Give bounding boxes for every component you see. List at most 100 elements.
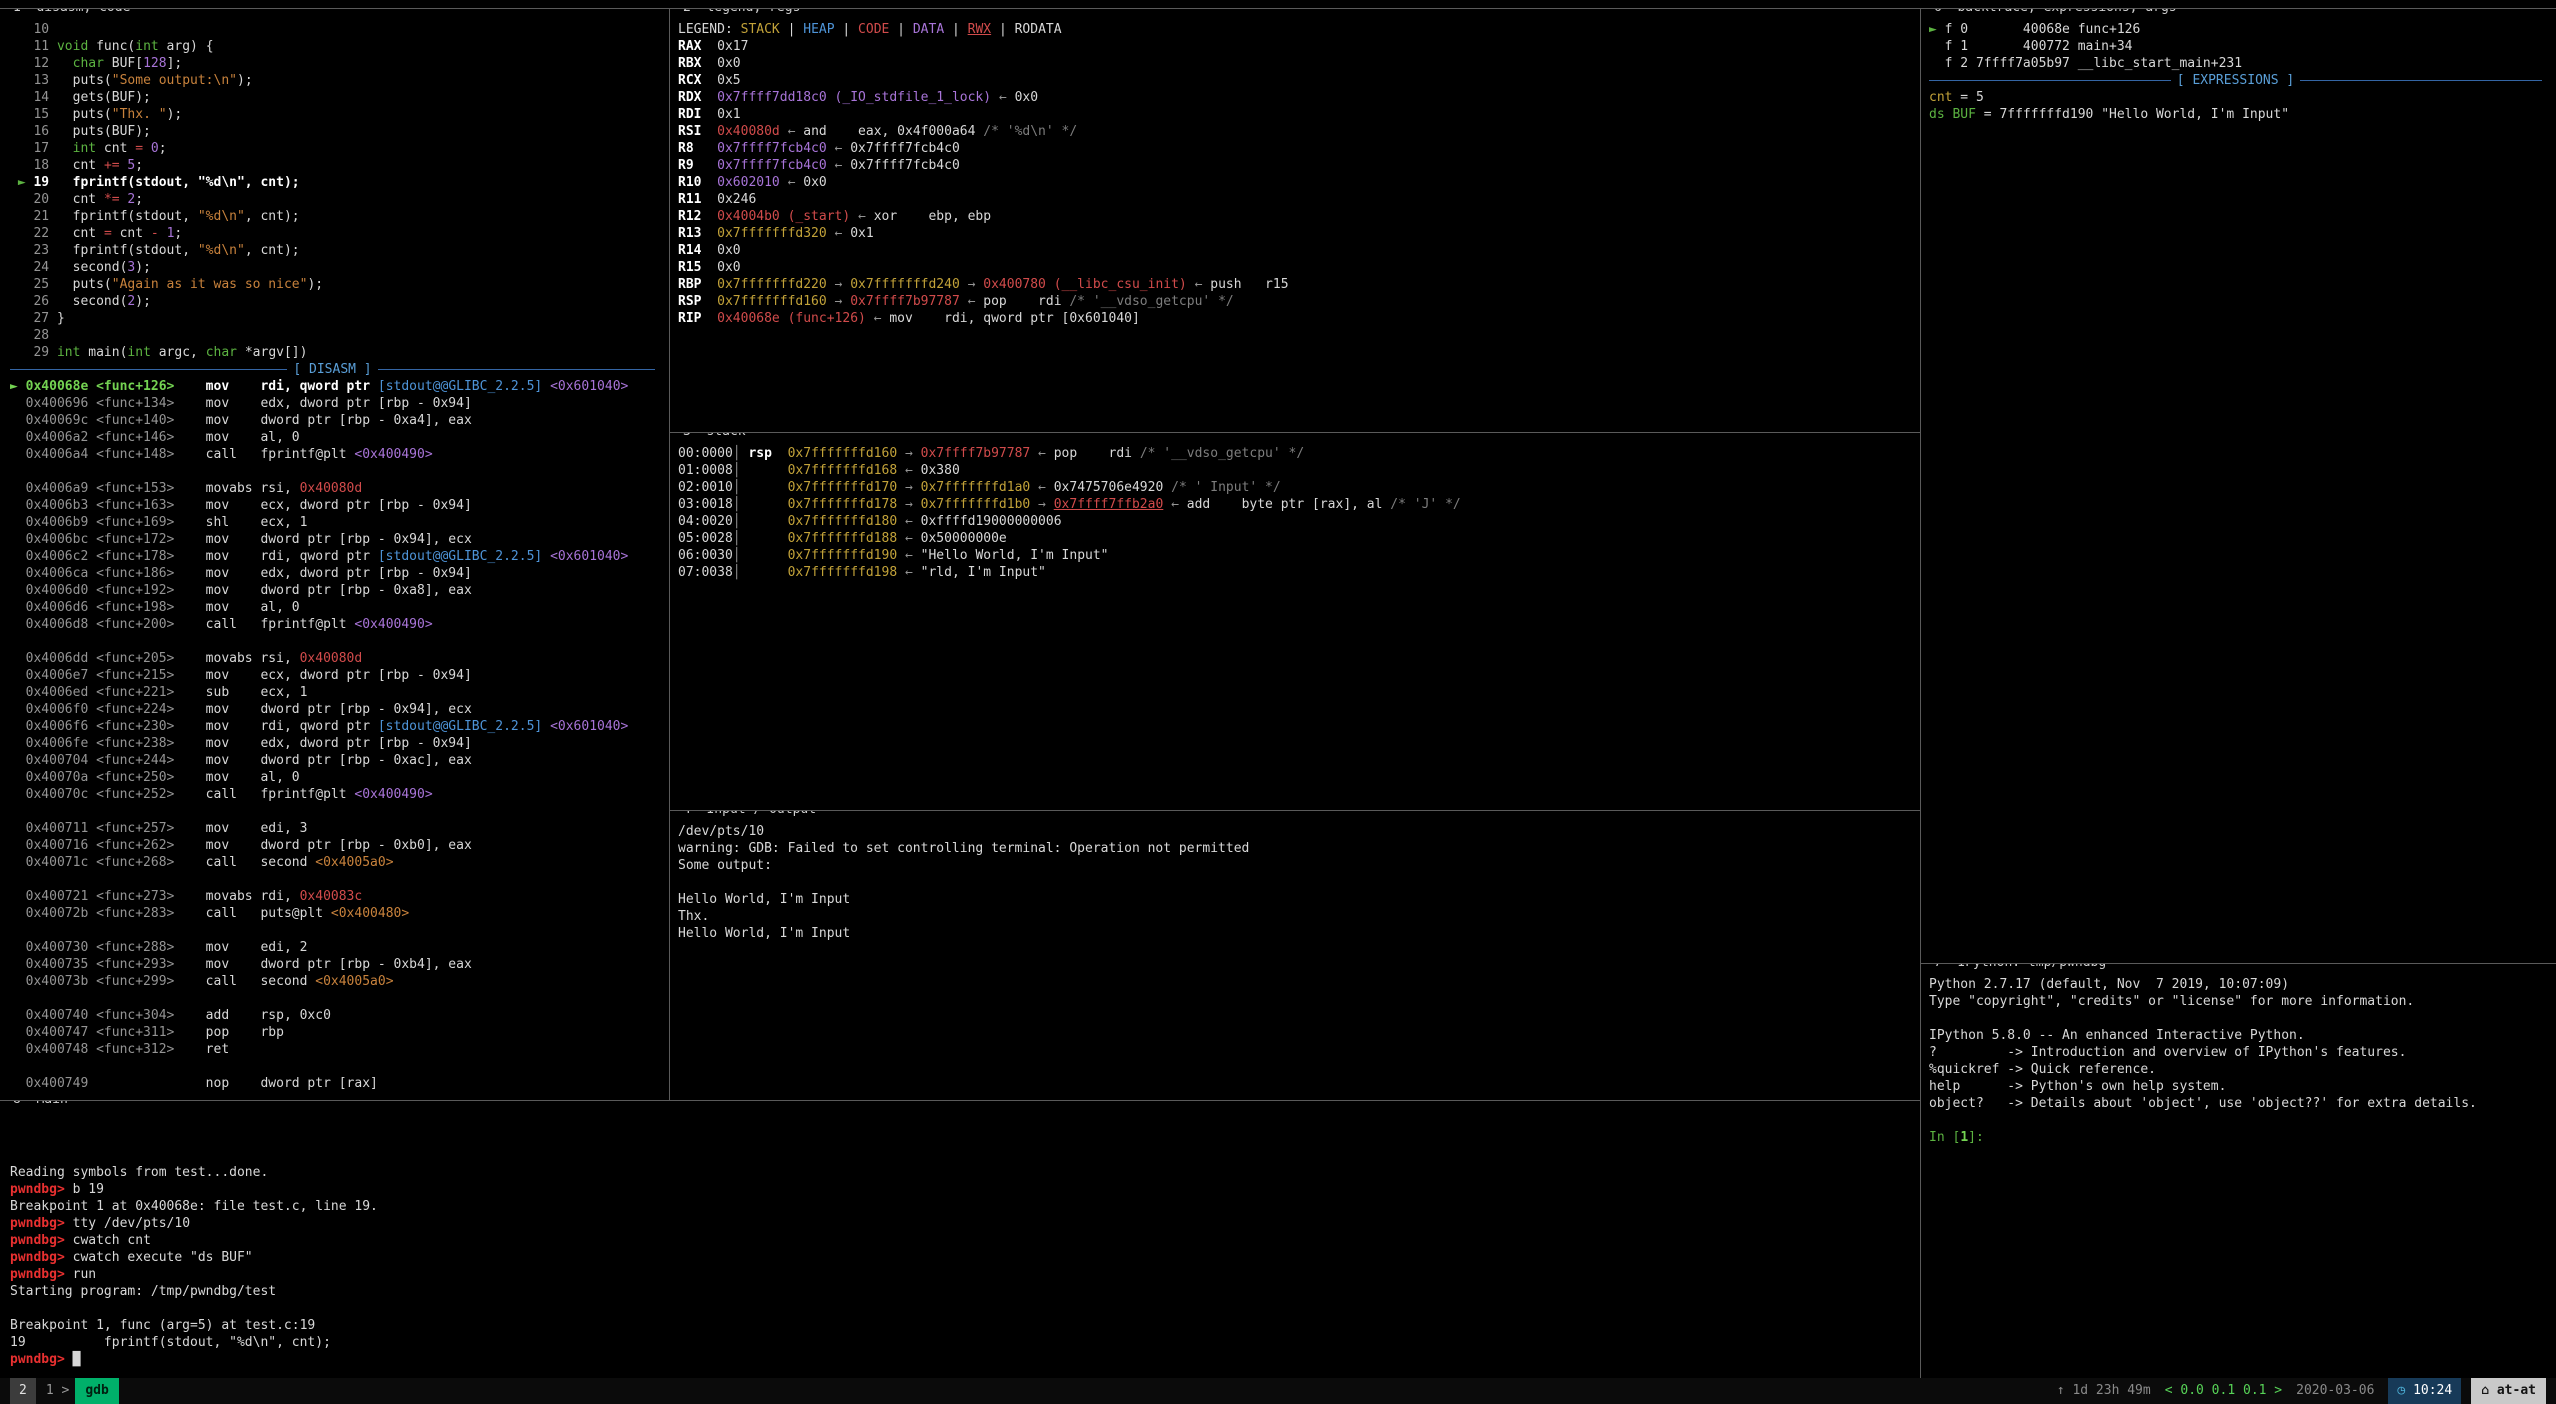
text-line: Python 2.7.17 (default, Nov 7 2019, 10:0…	[1929, 976, 2556, 993]
token: 0x400696 <func+134>	[10, 396, 206, 411]
token: );	[307, 277, 323, 292]
text-line: pwndbg> run	[10, 1266, 1920, 1283]
token: warning: GDB: Failed to set controlling …	[678, 841, 1249, 856]
pane-title-input-output: 4 "Input / Output"	[678, 810, 829, 819]
text-line: 19 fprintf(stdout, "%d\n", cnt);	[10, 1334, 1920, 1351]
text-line: 0x40072b <func+283> call puts@plt <0x400…	[10, 905, 669, 922]
pane-border-vertical-right[interactable]	[1920, 8, 1921, 1378]
token: 0x0	[717, 243, 740, 258]
token: rsp	[748, 446, 771, 461]
token: 0x380	[921, 463, 960, 478]
gdb-console-listing: Reading symbols from test...done.pwndbg>…	[10, 1113, 1920, 1368]
token: [stdout@@GLIBC_2.2.5]	[378, 379, 542, 394]
text-line: pwndbg> cwatch execute "ds BUF"	[10, 1249, 1920, 1266]
token: 0x7fffffffd1b0	[921, 497, 1031, 512]
token: fprintf(stdout,	[57, 209, 198, 224]
token: help -> Python's own help system.	[1929, 1079, 2226, 1094]
token: Hello World, I'm Input	[678, 892, 850, 907]
token: 0x7ffff7dd18c0 (_IO_stdfile_1_lock)	[717, 90, 991, 105]
token: ←	[991, 90, 1014, 105]
text-line: 04:0020│ 0x7fffffffd180 ← 0xffffd1900000…	[678, 513, 1920, 530]
token: 14	[10, 90, 57, 105]
backtrace-body[interactable]: ► f 0 40068e func+126 f 1 400772 main+34…	[1921, 9, 2556, 963]
token: );	[167, 107, 183, 122]
pane-main-gdb: 8 "Main" Reading symbols from test...don…	[0, 1100, 1920, 1378]
pane-border-vertical-left[interactable]	[669, 8, 670, 1100]
text-line: ► 19 fprintf(stdout, "%d\n", cnt);	[10, 174, 669, 191]
tmux-pwndbg-screen: { "panes": { "disasm": { "title": "1 \"d…	[0, 0, 2556, 1404]
text-line: 0x40073b <func+299> call second <0x4005a…	[10, 973, 669, 990]
pane-title-ipython: 7 "IPython: tmp/pwndbg"	[1929, 963, 2119, 972]
tmux-session-badge[interactable]: 2	[10, 1378, 36, 1404]
token: -	[151, 226, 159, 241]
text-line: RIP 0x40068e (func+126) ← mov rdi, qword…	[678, 310, 1920, 327]
token: ►	[1929, 22, 1945, 37]
token: second(	[57, 260, 127, 275]
text-line: pwndbg> █	[10, 1351, 1920, 1368]
text-line: 18 cnt += 5;	[10, 157, 669, 174]
token: <0x4005a0>	[315, 855, 393, 870]
expressions-separator: [ EXPRESSIONS ]	[1929, 72, 2542, 89]
tmux-window-index: 1 >	[46, 1378, 69, 1404]
token: %quickref -> Quick reference.	[1929, 1062, 2156, 1077]
text-line: 20 cnt *= 2;	[10, 191, 669, 208]
gdb-console-body[interactable]: Reading symbols from test...done.pwndbg>…	[0, 1101, 1920, 1378]
token: │	[733, 480, 788, 495]
text-line: RSP 0x7fffffffd160 → 0x7ffff7b97787 ← po…	[678, 293, 1920, 310]
token: puts(BUF);	[57, 124, 151, 139]
text-line: 0x400716 <func+262> mov dword ptr [rbp -…	[10, 837, 669, 854]
token: char	[206, 345, 237, 360]
text-line: In [1]:	[1929, 1129, 2556, 1146]
disasm-separator-label: [ DISASM ]	[287, 362, 377, 377]
registers-body[interactable]: LEGEND: STACK | HEAP | CODE | DATA | RWX…	[670, 9, 1920, 432]
program-io-listing: /dev/pts/10warning: GDB: Failed to set c…	[678, 823, 1920, 942]
token: 0x40083c	[300, 889, 363, 904]
token: 0x400749	[10, 1076, 206, 1091]
text-line: ? -> Introduction and overview of IPytho…	[1929, 1044, 2556, 1061]
token: object? -> Details about 'object', use '…	[1929, 1096, 2477, 1111]
text-line: 27 }	[10, 310, 669, 327]
program-io-body[interactable]: /dev/pts/10warning: GDB: Failed to set c…	[670, 811, 1920, 1100]
token: mov rdi, qword ptr [0x601040]	[889, 311, 1139, 326]
token: 0x4006b9 <func+169>	[10, 515, 206, 530]
ipython-body[interactable]: Python 2.7.17 (default, Nov 7 2019, 10:0…	[1921, 964, 2556, 1378]
separator-line	[378, 369, 655, 370]
time-value: 10:24	[2413, 1383, 2452, 1398]
token: ←	[897, 531, 920, 546]
text-line: RAX 0x17	[678, 38, 1920, 55]
token: R11	[678, 192, 717, 207]
token: →	[827, 294, 850, 309]
token	[542, 549, 550, 564]
text-line: R10 0x602010 ← 0x0	[678, 174, 1920, 191]
status-right: ↑ 1d 23h 49m < 0.0 0.1 0.1 > 2020-03-06 …	[2043, 1378, 2546, 1404]
text-line: Hello World, I'm Input	[678, 925, 1920, 942]
token: <0x601040>	[550, 549, 628, 564]
text-line: 0x400749 nop dword ptr [rax]	[10, 1075, 669, 1092]
tmux-window-tab-gdb[interactable]: gdb	[75, 1378, 118, 1404]
token: R8	[678, 141, 717, 156]
token: *=	[104, 192, 120, 207]
text-line: IPython 5.8.0 -- An enhanced Interactive…	[1929, 1027, 2556, 1044]
token: 04:0020	[678, 514, 733, 529]
text-line	[10, 1113, 1920, 1130]
disasm-code-body[interactable]: 10 11 void func(int arg) { 12 char BUF[1…	[0, 9, 669, 1100]
text-line: f 1 400772 main+34	[1929, 38, 2556, 55]
text-line: 0x4006fe <func+238> mov edx, dword ptr […	[10, 735, 669, 752]
separator-line	[10, 369, 287, 370]
token: ]:	[1968, 1130, 1991, 1145]
stack-body[interactable]: 00:0000│ rsp 0x7fffffffd160 → 0x7ffff7b9…	[670, 433, 1920, 810]
text-line: 03:0018│ 0x7fffffffd178 → 0x7fffffffd1b0…	[678, 496, 1920, 513]
token: 01:0008	[678, 463, 733, 478]
token: xor ebp, ebp	[874, 209, 991, 224]
token: 07:0038	[678, 565, 733, 580]
token: |	[991, 22, 1014, 37]
text-line: ds BUF = 7fffffffd190 "Hello World, I'm …	[1929, 106, 2556, 123]
ipython-listing: Python 2.7.17 (default, Nov 7 2019, 10:0…	[1929, 976, 2556, 1146]
token	[772, 446, 788, 461]
token: 0x1	[850, 226, 873, 241]
token: );	[135, 260, 151, 275]
token: "rld, I'm Input"	[921, 565, 1046, 580]
token: gets(BUF);	[57, 90, 151, 105]
token: 0x7fffffffd240	[850, 277, 960, 292]
token: main(	[80, 345, 127, 360]
